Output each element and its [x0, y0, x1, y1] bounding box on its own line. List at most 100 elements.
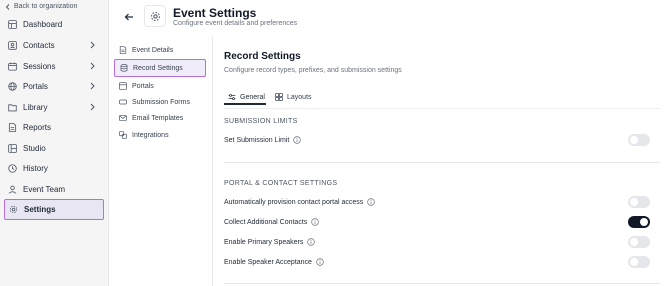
settings-row-enable-primary-speakers: Enable Primary Speakers	[224, 235, 660, 249]
document-icon	[119, 46, 127, 54]
settings-row-set-submission-limit: Set Submission Limit	[224, 133, 660, 147]
page-header: Event Settings Configure event details a…	[109, 0, 670, 37]
portal-contact-settings-heading: PORTAL & CONTACT SETTINGS	[224, 180, 338, 187]
tabs-divider	[224, 108, 660, 109]
gear-icon	[150, 11, 160, 21]
sidebar-item-label: Portals	[23, 81, 48, 91]
info-icon[interactable]	[307, 238, 316, 246]
chevron-right-icon	[90, 82, 95, 90]
sidebar-item-label: Studio	[23, 143, 46, 153]
tab-label: General	[240, 93, 265, 101]
form-icon	[119, 99, 127, 105]
toggle-knob	[630, 198, 638, 206]
chevron-right-icon	[90, 103, 95, 111]
section-divider	[224, 283, 660, 284]
chevron-right-icon	[90, 41, 95, 49]
enable-primary-speakers-toggle[interactable]	[628, 236, 650, 248]
subnav-item-label: Submission Forms	[132, 98, 190, 106]
settings-row-collect-additional-contacts: Collect Additional Contacts	[224, 215, 660, 229]
subnav-item-label: Portals	[132, 82, 154, 90]
history-icon	[8, 163, 17, 173]
subnav-item-event-details[interactable]: Event Details	[114, 41, 206, 59]
settings-row-provision-portal-access: Automatically provision contact portal a…	[224, 195, 660, 209]
tab-active-indicator	[224, 103, 266, 105]
layouts-icon	[275, 93, 283, 101]
portal-icon	[119, 82, 127, 90]
section-divider	[224, 162, 660, 163]
studio-icon	[8, 143, 17, 153]
sidebar-item-settings[interactable]: Settings	[4, 199, 104, 220]
sidebar-item-label: History	[23, 163, 48, 173]
portals-icon	[8, 81, 17, 91]
toggle-knob	[630, 258, 638, 266]
setting-label: Enable Speaker Acceptance	[224, 258, 312, 266]
database-icon	[120, 64, 128, 72]
setting-label: Collect Additional Contacts	[224, 218, 308, 226]
sidebar-item-label: Reports	[23, 122, 52, 132]
mail-icon	[119, 115, 127, 121]
chevron-left-icon	[5, 3, 10, 10]
tab-general[interactable]: General	[228, 90, 265, 104]
subnav-item-label: Email Templates	[132, 114, 184, 122]
subnav-item-label: Event Details	[132, 46, 174, 54]
event-team-icon	[8, 185, 17, 194]
library-icon	[8, 103, 17, 111]
page-subtitle: Configure event details and preferences	[173, 20, 298, 27]
subnav-item-email-templates[interactable]: Email Templates	[114, 109, 206, 127]
enable-speaker-acceptance-toggle[interactable]	[628, 256, 650, 268]
record-settings-panel: Record Settings Configure record types, …	[214, 37, 670, 286]
sliders-icon	[228, 94, 236, 100]
info-icon[interactable]	[311, 218, 320, 226]
sidebar-item-label: Settings	[24, 205, 56, 214]
subnav-item-integrations[interactable]: Integrations	[114, 126, 206, 144]
sidebar-item-event-team[interactable]: Event Team	[4, 180, 104, 198]
section-description: Configure record types, prefixes, and su…	[224, 67, 402, 74]
tab-label: Layouts	[287, 93, 312, 101]
toggle-knob	[630, 136, 638, 144]
sidebar-item-reports[interactable]: Reports	[4, 118, 104, 136]
tab-layouts[interactable]: Layouts	[275, 90, 312, 104]
provision-portal-access-toggle[interactable]	[628, 196, 650, 208]
toggle-knob	[630, 238, 638, 246]
sidebar-item-label: Dashboard	[23, 19, 63, 29]
setting-label: Enable Primary Speakers	[224, 238, 304, 246]
setting-label: Set Submission Limit	[224, 136, 290, 144]
gear-icon	[9, 205, 18, 214]
page-title: Event Settings	[173, 6, 257, 20]
contacts-icon	[8, 40, 17, 50]
event-settings-icon-box	[144, 5, 166, 27]
integrations-icon	[119, 131, 127, 139]
back-link-label: Back to organization	[14, 3, 78, 10]
back-to-organization-link[interactable]: Back to organization	[5, 3, 77, 10]
sidebar-item-label: Event Team	[23, 184, 66, 194]
sidebar-item-label: Contacts	[23, 40, 55, 50]
collect-additional-contacts-toggle[interactable]	[628, 216, 650, 228]
setting-label: Automatically provision contact portal a…	[224, 198, 364, 206]
reports-icon	[8, 122, 17, 132]
sidebar-item-contacts[interactable]: Contacts	[4, 36, 104, 54]
sessions-icon	[8, 61, 17, 71]
settings-row-enable-speaker-acceptance: Enable Speaker Acceptance	[224, 255, 660, 269]
sidebar-item-history[interactable]: History	[4, 159, 104, 177]
settings-subnav: Event Details Record Settings Portals Su…	[109, 37, 213, 286]
sidebar-item-label: Sessions	[23, 61, 56, 71]
sidebar: Back to organization Dashboard Contacts …	[0, 0, 109, 286]
arrow-left-icon[interactable]	[123, 11, 135, 23]
dashboard-icon	[8, 19, 17, 29]
sidebar-item-sessions[interactable]: Sessions	[4, 57, 104, 75]
sidebar-item-label: Library	[23, 102, 48, 112]
subnav-item-label: Record Settings	[133, 64, 183, 72]
info-icon[interactable]	[367, 198, 376, 206]
info-icon[interactable]	[293, 136, 302, 144]
sidebar-item-library[interactable]: Library	[4, 98, 104, 116]
toggle-knob	[640, 218, 648, 226]
set-submission-limit-toggle[interactable]	[628, 134, 650, 146]
sidebar-item-portals[interactable]: Portals	[4, 77, 104, 95]
chevron-right-icon	[90, 62, 95, 70]
info-icon[interactable]	[316, 258, 324, 266]
subnav-item-record-settings[interactable]: Record Settings	[114, 59, 206, 77]
submission-limits-heading: SUBMISSION LIMITS	[224, 118, 298, 125]
sidebar-item-dashboard[interactable]: Dashboard	[4, 15, 104, 33]
sidebar-item-studio[interactable]: Studio	[4, 139, 104, 157]
section-heading: Record Settings	[224, 51, 301, 62]
